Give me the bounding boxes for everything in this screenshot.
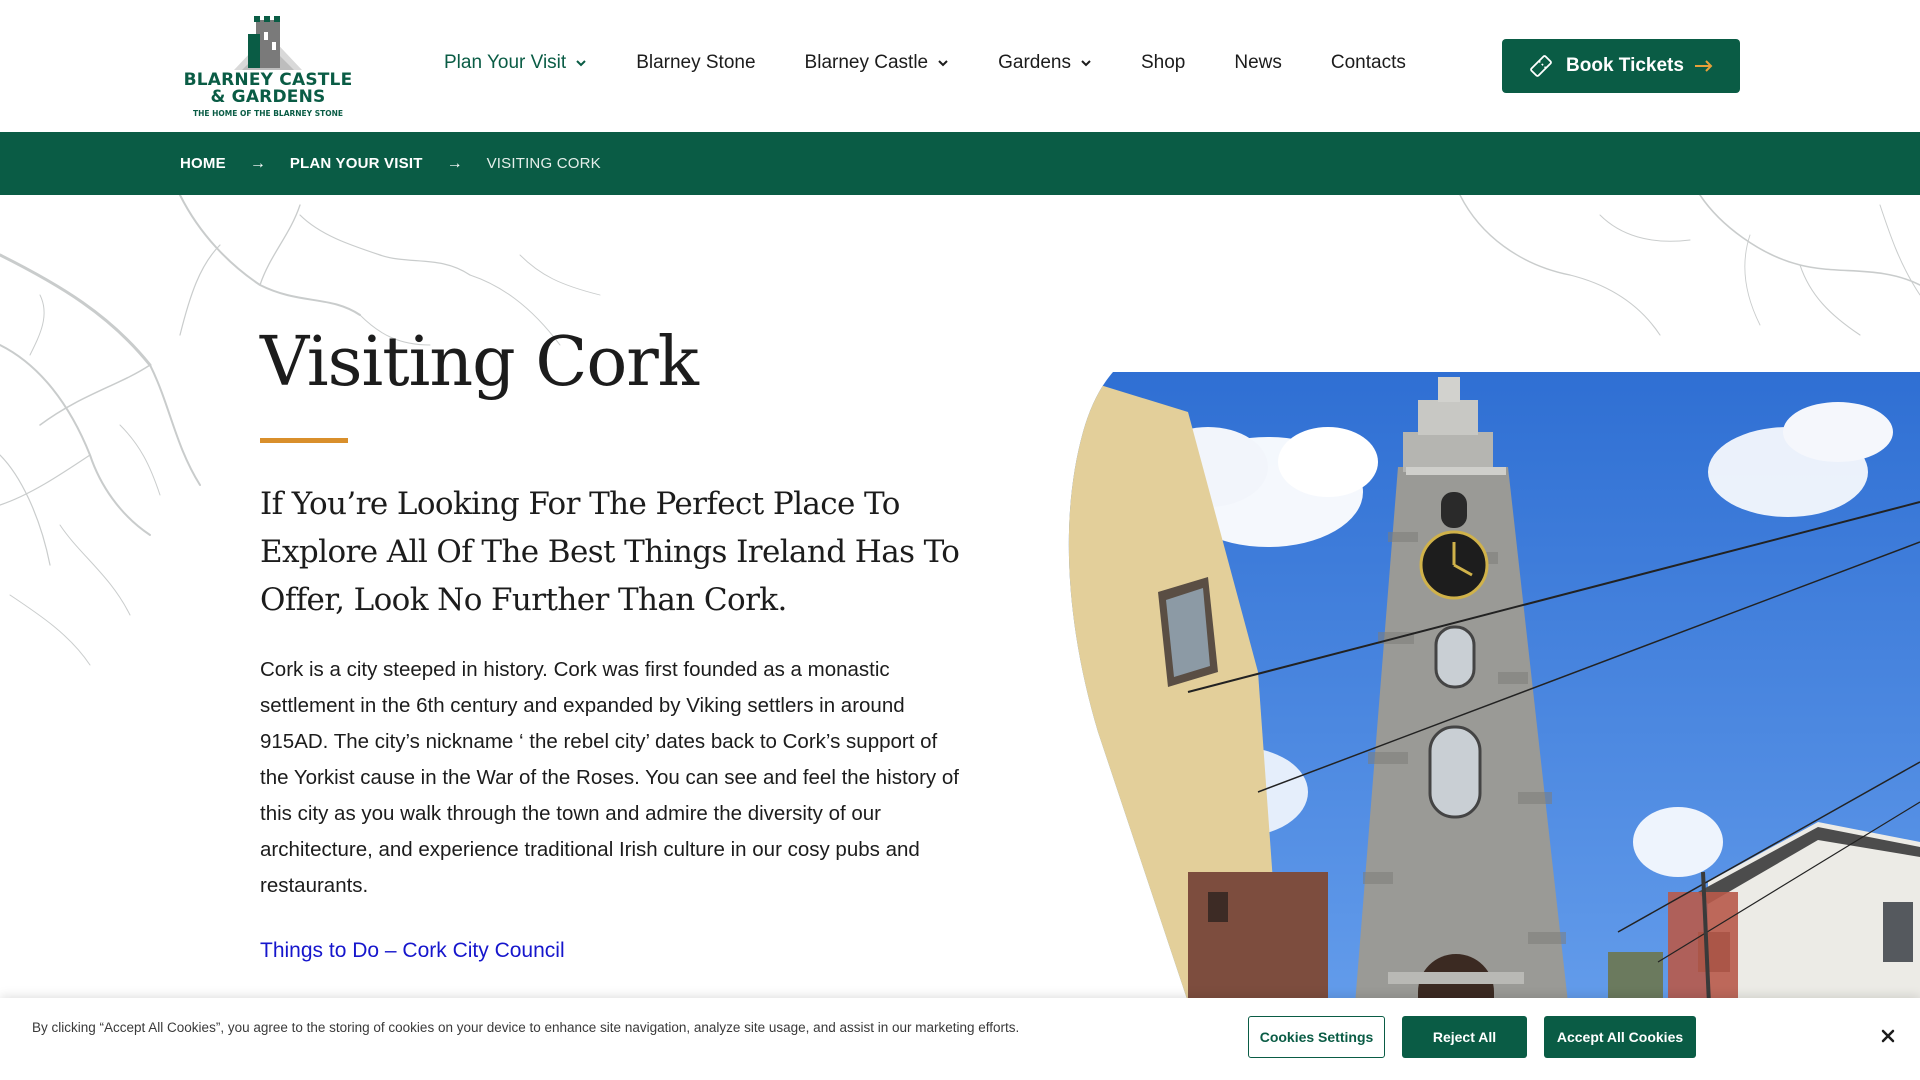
breadcrumb-separator: → <box>249 154 266 172</box>
breadcrumb-plan-your-visit[interactable]: PLAN YOUR VISIT <box>290 155 423 172</box>
nav-item-label: Gardens <box>998 52 1071 73</box>
close-icon[interactable] <box>1877 1025 1899 1047</box>
cookie-consent-text: By clicking “Accept All Cookies”, you ag… <box>32 1020 1020 1035</box>
breadcrumb-current: VISITING CORK <box>486 155 601 172</box>
logo-tagline: THE HOME OF THE BLARNEY STONE <box>192 109 344 118</box>
chevron-down-icon <box>937 57 949 69</box>
page-title: Visiting Cork <box>260 323 699 402</box>
accept-all-cookies-button[interactable]: Accept All Cookies <box>1544 1016 1696 1058</box>
breadcrumb: HOME → PLAN YOUR VISIT → VISITING CORK <box>0 132 1920 195</box>
chevron-down-icon <box>1080 57 1092 69</box>
breadcrumb-home[interactable]: HOME <box>180 155 226 172</box>
nav-item-label: Blarney Stone <box>636 52 756 73</box>
reject-all-button[interactable]: Reject All <box>1402 1016 1527 1058</box>
book-tickets-label: Book Tickets <box>1566 55 1684 76</box>
chevron-down-icon <box>575 57 587 69</box>
nav-item-plan-your-visit[interactable]: Plan Your Visit <box>444 52 587 74</box>
cork-city-council-link[interactable]: Things to Do – Cork City Council <box>260 939 565 963</box>
site-header: BLARNEY CASTLE & GARDENS THE HOME OF THE… <box>0 0 1920 132</box>
castle-logo-icon <box>234 16 302 70</box>
shandon-bell-tower-photo <box>1068 372 1920 1080</box>
ticket-icon <box>1528 53 1554 79</box>
book-tickets-button[interactable]: Book Tickets <box>1502 39 1740 93</box>
nav-item-label: News <box>1234 52 1282 73</box>
breadcrumb-separator: → <box>446 154 463 172</box>
body-paragraph: Cork is a city steeped in history. Cork … <box>260 658 959 897</box>
nav-item-news[interactable]: News <box>1234 52 1282 74</box>
title-underline <box>260 438 348 443</box>
nav-item-shop[interactable]: Shop <box>1141 52 1185 74</box>
nav-item-gardens[interactable]: Gardens <box>998 52 1092 74</box>
nav-item-label: Blarney Castle <box>804 52 929 73</box>
main-nav: Plan Your Visit Blarney Stone Blarney Ca… <box>444 52 1455 74</box>
cookie-consent-bar: By clicking “Accept All Cookies”, you ag… <box>0 998 1920 1080</box>
nav-item-blarney-castle[interactable]: Blarney Castle <box>805 52 950 74</box>
site-logo[interactable]: BLARNEY CASTLE & GARDENS THE HOME OF THE… <box>180 12 356 122</box>
arrow-right-icon <box>1694 59 1714 73</box>
nav-item-label: Plan Your Visit <box>444 52 567 73</box>
logo-text-line2: & GARDENS <box>210 87 326 107</box>
nav-item-contacts[interactable]: Contacts <box>1331 52 1406 74</box>
main-content: Visiting Cork If You’re Looking For The … <box>0 195 1920 1080</box>
nav-item-blarney-stone[interactable]: Blarney Stone <box>636 52 755 74</box>
nav-item-label: Shop <box>1140 52 1186 73</box>
nav-item-label: Contacts <box>1330 52 1406 73</box>
lead-paragraph: If You’re Looking For The Perfect Place … <box>260 486 960 618</box>
cookies-settings-button[interactable]: Cookies Settings <box>1248 1016 1385 1058</box>
